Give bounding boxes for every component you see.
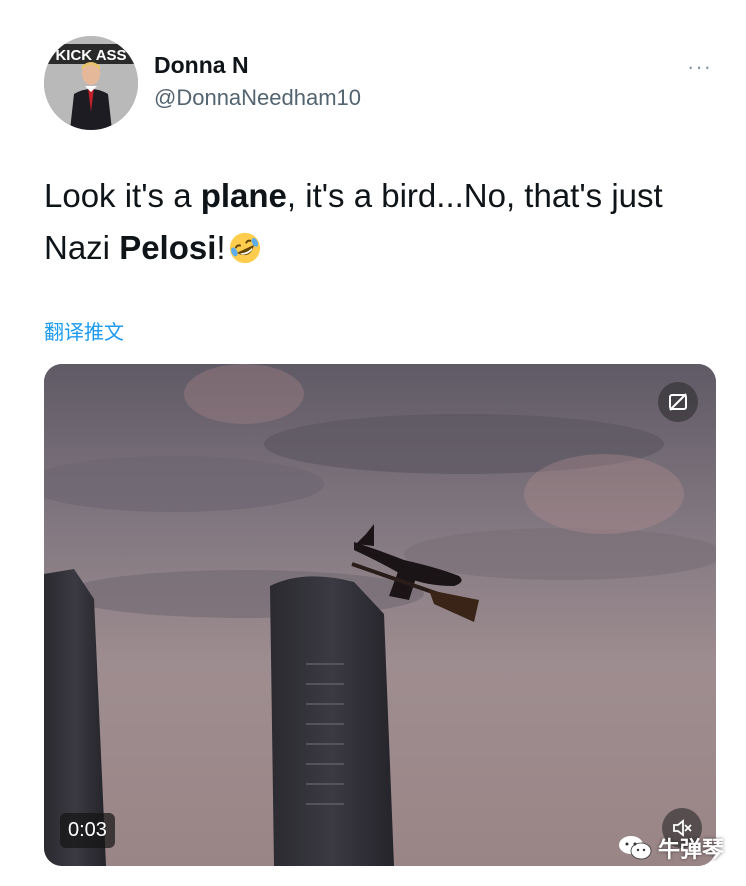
translate-tweet-link[interactable]: 翻译推文 [44, 316, 124, 345]
video-frame [44, 364, 716, 866]
handle[interactable]: @DonnaNeedham10 [154, 85, 361, 111]
display-name[interactable]: Donna N [154, 52, 361, 79]
tweet-text-part1: Look it's a [44, 177, 201, 214]
watermark: 牛弹琴 [618, 832, 724, 864]
tweet-text-part3: ! [216, 229, 226, 266]
watermark-text: 牛弹琴 [657, 837, 724, 862]
tweet-bold-pelosi: Pelosi [119, 229, 217, 266]
tweet-text: Look it's a plane, it's a bird...No, tha… [44, 170, 724, 274]
no-autoplay-icon[interactable] [658, 382, 698, 422]
rofl-emoji-icon [229, 232, 260, 264]
video-duration: 0:03 [60, 813, 115, 848]
video-player[interactable]: 0:03 [44, 364, 716, 866]
wechat-icon [618, 836, 652, 860]
more-options-icon[interactable]: ··· [687, 54, 712, 80]
tweet-bold-plane: plane [200, 177, 287, 214]
avatar-text: KICK ASS [55, 47, 126, 64]
tweet-header: KICK ASS Donna N @DonnaNeedham10 ··· [44, 36, 716, 132]
avatar[interactable]: KICK ASS [44, 36, 138, 130]
